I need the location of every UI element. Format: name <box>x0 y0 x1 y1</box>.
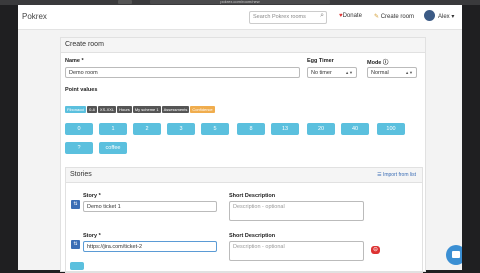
stories-title: Stories <box>70 171 92 178</box>
egg-timer-select[interactable]: No timer ▲▼ <box>307 67 357 78</box>
card-0[interactable]: 0 <box>65 123 93 135</box>
mode-select[interactable]: Normal ▲▼ <box>367 67 417 78</box>
stories-panel: Stories ☰ Import from list Story * ⇅ Dem… <box>65 167 423 273</box>
chat-icon <box>452 251 460 258</box>
drag-handle-icon[interactable]: ⇅ <box>71 200 80 209</box>
user-menu[interactable]: Alex ▾ <box>438 13 454 20</box>
preset-assessments[interactable]: Assessments <box>161 106 190 113</box>
preset-fibonacci[interactable]: Fibonacci <box>65 106 87 113</box>
info-icon[interactable]: ⓘ <box>383 60 389 66</box>
select-caret-icon: ▲▼ <box>345 70 353 75</box>
description-textarea[interactable]: Description - optional <box>229 241 364 261</box>
card-coffee[interactable]: coffee <box>99 142 127 154</box>
short-description-label: Short Description <box>229 193 276 199</box>
page: Pokrex Search Pokrex rooms ⌕ ♥Donate ✎ C… <box>0 5 480 273</box>
search-placeholder: Search Pokrex rooms <box>253 14 306 20</box>
card-1[interactable]: 1 <box>99 123 127 135</box>
preset-0-8[interactable]: 0-8 <box>87 106 97 113</box>
point-values-label: Point values <box>65 87 98 93</box>
card-2[interactable]: 2 <box>133 123 161 135</box>
stories-header: Stories ☰ Import from list <box>66 168 422 183</box>
drag-handle-icon[interactable]: ⇅ <box>71 240 80 249</box>
short-description-label: Short Description <box>229 233 276 239</box>
address-bar[interactable]: pokrex.com/room/new <box>150 0 330 4</box>
search-icon[interactable]: ⌕ <box>320 12 324 20</box>
story-label: Story * <box>83 193 101 199</box>
preset-hours[interactable]: Hours <box>117 106 132 113</box>
egg-timer-label: Egg Timer <box>307 58 334 64</box>
description-textarea[interactable]: Description - optional <box>229 201 364 221</box>
add-story-button[interactable] <box>70 262 84 270</box>
right-gutter <box>462 5 480 270</box>
pencil-icon: ✎ <box>374 14 380 20</box>
card-13[interactable]: 13 <box>271 123 299 135</box>
create-room-link[interactable]: ✎ Create room <box>374 13 414 20</box>
panel-header: Create room <box>61 38 425 53</box>
name-label: Name * <box>65 58 84 64</box>
card-20[interactable]: 20 <box>307 123 335 135</box>
card-5[interactable]: 5 <box>201 123 229 135</box>
card-100[interactable]: 100 <box>377 123 405 135</box>
preset-confidence[interactable]: Confidence <box>190 106 215 113</box>
preset-xs-xxl[interactable]: XS-XXL <box>97 106 117 113</box>
left-gutter <box>0 5 18 270</box>
preset-my-scheme[interactable]: My scheme 1 <box>132 106 161 113</box>
navbar: Pokrex Search Pokrex rooms ⌕ ♥Donate ✎ C… <box>0 5 480 30</box>
mode-label: Mode ⓘ <box>367 60 389 66</box>
story-input[interactable]: https://jira.com/ticket-2 <box>83 241 217 252</box>
card-40[interactable]: 40 <box>341 123 369 135</box>
card-8[interactable]: 8 <box>237 123 265 135</box>
story-input[interactable]: Demo ticket 1 <box>83 201 217 212</box>
point-presets: Fibonacci 0-8 XS-XXL Hours My scheme 1 Assess… <box>65 98 216 116</box>
import-link[interactable]: ☰ Import from list <box>377 172 416 178</box>
brand-logo[interactable]: Pokrex <box>22 12 47 21</box>
select-caret-icon: ▲▼ <box>405 70 413 75</box>
avatar[interactable] <box>424 10 435 21</box>
card-question[interactable]: ? <box>65 142 93 154</box>
card-3[interactable]: 3 <box>167 123 195 135</box>
donate-link[interactable]: ♥Donate <box>339 13 362 19</box>
name-input[interactable]: Demo room <box>65 67 300 78</box>
create-room-panel: Create room Name * Demo room Egg Timer N… <box>60 37 426 273</box>
panel-title: Create room <box>65 41 104 48</box>
caret-down-icon: ▾ <box>451 14 455 20</box>
list-icon: ☰ <box>377 172 382 178</box>
story-label: Story * <box>83 233 101 239</box>
remove-story-icon[interactable]: ⊖ <box>371 246 380 254</box>
search-input[interactable]: Search Pokrex rooms ⌕ <box>249 11 327 24</box>
back-button[interactable] <box>118 0 132 4</box>
